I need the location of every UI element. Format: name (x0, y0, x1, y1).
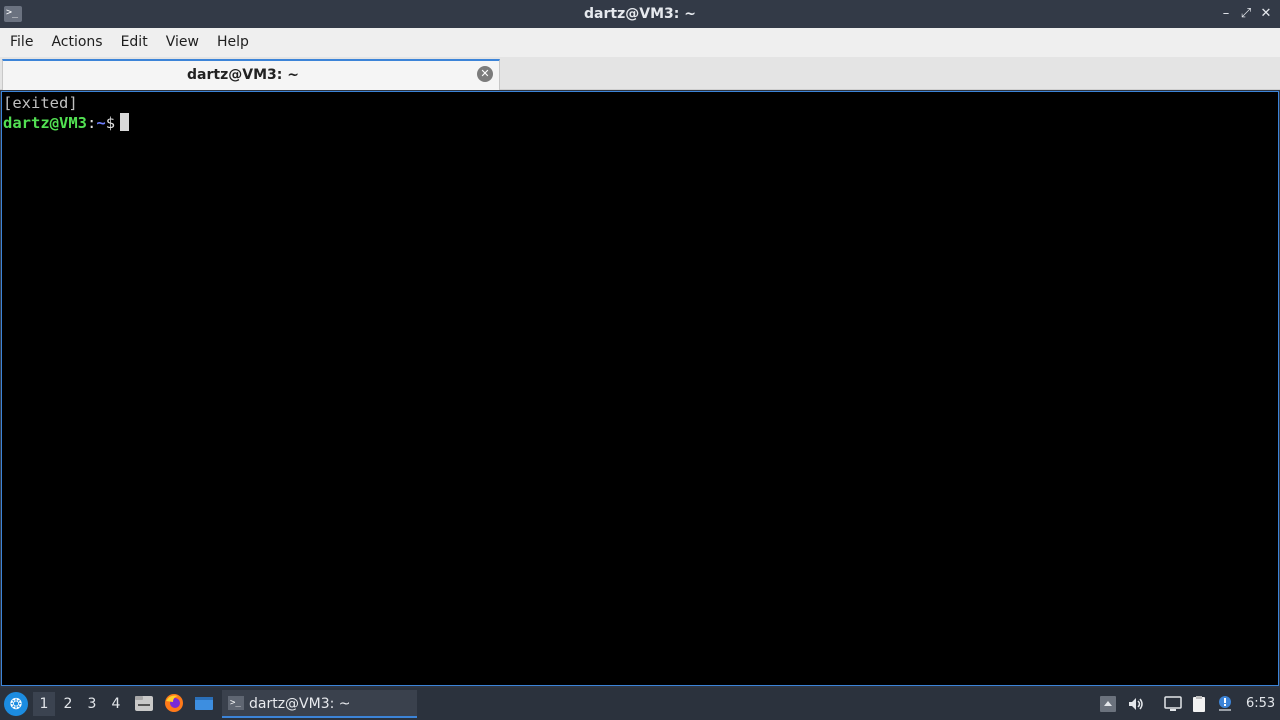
file-manager-icon[interactable] (134, 693, 154, 713)
tab-close-icon[interactable]: ✕ (477, 66, 493, 82)
volume-icon[interactable] (1127, 695, 1145, 713)
prompt-separator: : (87, 114, 97, 132)
workspace-4[interactable]: 4 (105, 692, 127, 716)
text-cursor (120, 113, 130, 131)
show-desktop-icon[interactable] (194, 693, 214, 713)
prompt-line: dartz@VM3:~$ (3, 113, 1277, 133)
tab-label: dartz@VM3: ~ (187, 67, 299, 83)
taskbar-item-terminal[interactable]: >_ dartz@VM3: ~ (222, 690, 417, 718)
prompt-symbol: $ (105, 114, 116, 132)
menu-file[interactable]: File (1, 28, 42, 57)
menu-edit[interactable]: Edit (112, 28, 157, 57)
tray-expand-icon[interactable] (1099, 695, 1117, 713)
prompt-user: dartz@VM3 (3, 114, 87, 132)
exited-text: [exited] (3, 94, 78, 112)
window-title: dartz@VM3: ~ (584, 6, 696, 22)
terminal-line: [exited] (3, 93, 1277, 113)
firefox-icon[interactable] (164, 693, 184, 713)
tab-terminal[interactable]: dartz@VM3: ~ ✕ (2, 59, 500, 90)
update-notifier-icon[interactable] (1216, 695, 1234, 713)
menu-actions[interactable]: Actions (42, 28, 111, 57)
terminal-task-icon: >_ (228, 696, 244, 710)
tab-bar: dartz@VM3: ~ ✕ (0, 57, 1280, 90)
menu-help[interactable]: Help (208, 28, 258, 57)
workspace-1[interactable]: 1 (33, 692, 55, 716)
menu-bar: File Actions Edit View Help (0, 28, 1280, 57)
start-menu-icon[interactable]: ❂ (4, 692, 28, 716)
window-titlebar[interactable]: >_ dartz@VM3: ~ – ⤢ ✕ (0, 0, 1280, 28)
prompt-path: ~ (96, 114, 106, 132)
minimize-icon[interactable]: – (1218, 6, 1234, 22)
taskbar-item-label: dartz@VM3: ~ (249, 696, 351, 712)
maximize-icon[interactable]: ⤢ (1238, 6, 1254, 22)
workspace-3[interactable]: 3 (81, 692, 103, 716)
taskbar: ❂ 1 2 3 4 >_ dartz@VM3: ~ 6:53 (0, 688, 1280, 720)
terminal-output[interactable]: [exited] dartz@VM3:~$ (1, 91, 1279, 686)
workspace-2[interactable]: 2 (57, 692, 79, 716)
close-icon[interactable]: ✕ (1258, 6, 1274, 22)
clock[interactable]: 6:53 (1246, 688, 1275, 720)
menu-view[interactable]: View (157, 28, 208, 57)
network-icon[interactable] (1164, 695, 1182, 713)
clipboard-icon[interactable] (1190, 695, 1208, 713)
